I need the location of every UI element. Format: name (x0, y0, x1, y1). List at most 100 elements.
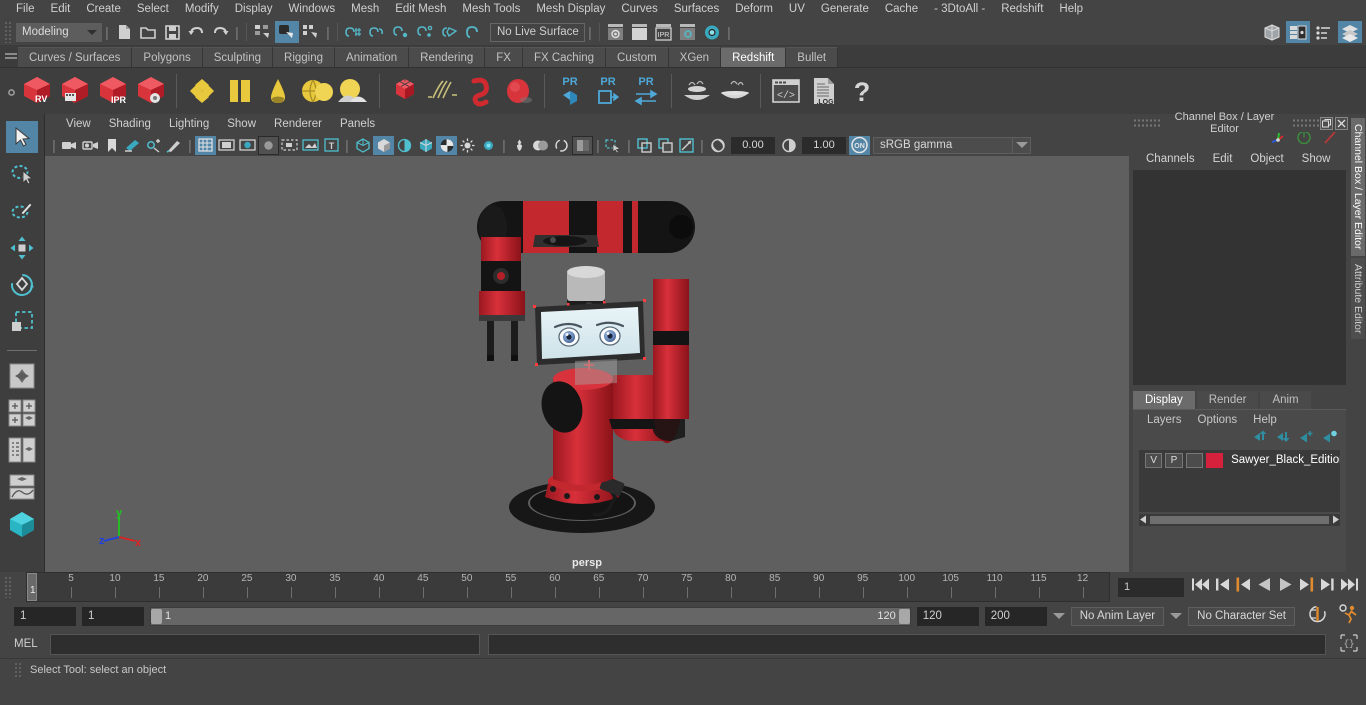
shelf-tab-animation[interactable]: Animation (335, 47, 410, 67)
shelf-btn-redshift-hair[interactable] (424, 72, 462, 110)
ipr-render-icon[interactable]: IPR (652, 21, 676, 43)
range-left-handle[interactable] (151, 608, 162, 624)
redo-icon[interactable] (208, 21, 232, 43)
menu-windows[interactable]: Windows (280, 0, 343, 19)
shelf-tab-fx[interactable]: FX (485, 47, 523, 67)
character-set-selector[interactable]: No Character Set (1188, 606, 1295, 626)
color-management-field[interactable]: sRGB gamma (873, 136, 1013, 154)
layer-list-scrollbar[interactable] (1139, 514, 1340, 526)
menu-mesh-display[interactable]: Mesh Display (528, 0, 613, 19)
time-slider[interactable]: 1 5 10 15 20 25 30 35 40 45 50 55 60 65 70 75 80 85 90 95 1… (26, 572, 1110, 602)
menu-select[interactable]: Select (129, 0, 177, 19)
go-to-end-icon[interactable] (1340, 577, 1358, 597)
image-plane-icon[interactable] (122, 136, 143, 155)
menu-display[interactable]: Display (227, 0, 281, 19)
range-slider-track[interactable]: 1 120 (150, 606, 911, 626)
menu-modify[interactable]: Modify (177, 0, 227, 19)
grease-pencil-icon[interactable] (164, 136, 185, 155)
menu-curves[interactable]: Curves (613, 0, 665, 19)
exposure-field[interactable]: 0.00 (731, 136, 775, 154)
layout-four-view[interactable] (6, 397, 38, 429)
scrollbar-thumb[interactable] (1150, 516, 1329, 524)
viewport-canvas[interactable]: sawyer (45, 156, 1129, 572)
wireframe-on-shaded-icon[interactable] (415, 136, 436, 155)
menu-generate[interactable]: Generate (813, 0, 877, 19)
channel-box-menu-edit[interactable]: Edit (1204, 153, 1242, 165)
gate-mask-icon[interactable] (258, 135, 279, 155)
tool-last-used[interactable] (6, 360, 38, 392)
resolution-gate-icon[interactable] (237, 136, 258, 155)
play-backwards-icon[interactable] (1257, 577, 1272, 597)
menu-surfaces[interactable]: Surfaces (666, 0, 727, 19)
shelf-tab-custom[interactable]: Custom (606, 47, 669, 67)
menu-redshift[interactable]: Redshift (993, 0, 1051, 19)
render-view-icon[interactable] (604, 21, 628, 43)
shelf-btn-redshift-bake-top[interactable] (678, 72, 716, 110)
render-sequence-icon[interactable] (628, 21, 652, 43)
menu-cache[interactable]: Cache (877, 0, 926, 19)
show-hide-modeling-toolkit-icon[interactable] (1260, 21, 1284, 43)
color-management-dropdown[interactable] (1013, 136, 1031, 154)
undo-icon[interactable] (184, 21, 208, 43)
gear-icon[interactable] (6, 85, 17, 96)
grid-toggle-icon[interactable] (195, 135, 216, 155)
tool-scale[interactable] (6, 306, 38, 338)
hamburger-icon[interactable] (5, 53, 17, 61)
ambient-occlusion-icon[interactable] (530, 136, 551, 155)
layer-row[interactable]: V P Sawyer_Black_Edition_ (1139, 450, 1340, 468)
playback-end-field[interactable]: 120 (916, 606, 979, 626)
vtab-attribute-editor[interactable]: Attribute Editor (1351, 257, 1365, 339)
shelf-tab-polygons[interactable]: Polygons (132, 47, 203, 67)
film-gate-icon[interactable] (216, 136, 237, 155)
menu-uv[interactable]: UV (781, 0, 813, 19)
shelf-btn-redshift-object-props[interactable] (500, 72, 538, 110)
move-layer-down-icon[interactable] (1276, 430, 1292, 448)
time-slider-grip[interactable] (4, 576, 12, 598)
layer-menu-help[interactable]: Help (1245, 414, 1285, 426)
xray-icon[interactable] (634, 136, 655, 155)
shelf-btn-redshift-render-sequence[interactable] (56, 72, 94, 110)
select-by-component-icon[interactable] (299, 21, 323, 43)
shelf-tab-redshift[interactable]: Redshift (721, 47, 787, 67)
create-new-layer-icon[interactable] (1299, 430, 1315, 448)
layer-tab-display[interactable]: Display (1133, 391, 1195, 409)
shade-options-icon[interactable] (394, 136, 415, 155)
snap-to-curve-icon[interactable] (366, 21, 390, 43)
shelf-btn-redshift-proxy[interactable] (386, 72, 424, 110)
save-scene-icon[interactable] (160, 21, 184, 43)
menu-help[interactable]: Help (1051, 0, 1091, 19)
camera-attributes-icon[interactable] (80, 136, 101, 155)
layer-menu-options[interactable]: Options (1190, 414, 1246, 426)
use-all-lights-icon[interactable] (478, 136, 499, 155)
shelf-btn-redshift-incandescent[interactable] (259, 72, 297, 110)
render-settings-icon[interactable] (676, 21, 700, 43)
viewport-menu-renderer[interactable]: Renderer (265, 118, 331, 130)
show-hide-channel-box-icon[interactable] (1338, 21, 1362, 43)
shelf-tab-rigging[interactable]: Rigging (273, 47, 336, 67)
shelf-options-handle[interactable] (4, 49, 18, 109)
auto-key-icon[interactable] (1307, 604, 1328, 629)
menu-create[interactable]: Create (78, 0, 129, 19)
range-start-field[interactable]: 1 (14, 606, 76, 626)
shelf-btn-redshift-sprite-node[interactable] (297, 72, 335, 110)
viewport-menu-lighting[interactable]: Lighting (160, 118, 218, 130)
snap-to-view-plane-icon[interactable] (462, 21, 486, 43)
shelf-btn-redshift-material-blender[interactable] (221, 72, 259, 110)
shelf-btn-redshift-ipr[interactable]: IPR (94, 72, 132, 110)
select-by-hierarchy-icon[interactable] (251, 21, 275, 43)
new-scene-icon[interactable] (112, 21, 136, 43)
step-back-keyframe-icon[interactable] (1216, 577, 1230, 597)
go-to-start-icon[interactable] (1192, 577, 1210, 597)
scroll-left-icon[interactable] (1139, 511, 1148, 529)
status-bar-grip[interactable] (14, 661, 22, 678)
scroll-right-icon[interactable] (1331, 511, 1340, 529)
vtab-channel-box-layer-editor[interactable]: Channel Box / Layer Editor (1351, 118, 1365, 256)
viewport-menu-shading[interactable]: Shading (100, 118, 160, 130)
playback-start-field[interactable]: 1 (82, 606, 144, 626)
hud-text-icon[interactable]: T (321, 136, 342, 155)
snap-to-point-icon[interactable] (390, 21, 414, 43)
menu-edit-mesh[interactable]: Edit Mesh (387, 0, 454, 19)
menu-deform[interactable]: Deform (727, 0, 781, 19)
smooth-shade-all-icon[interactable] (373, 135, 394, 155)
command-input-field[interactable] (50, 633, 480, 655)
